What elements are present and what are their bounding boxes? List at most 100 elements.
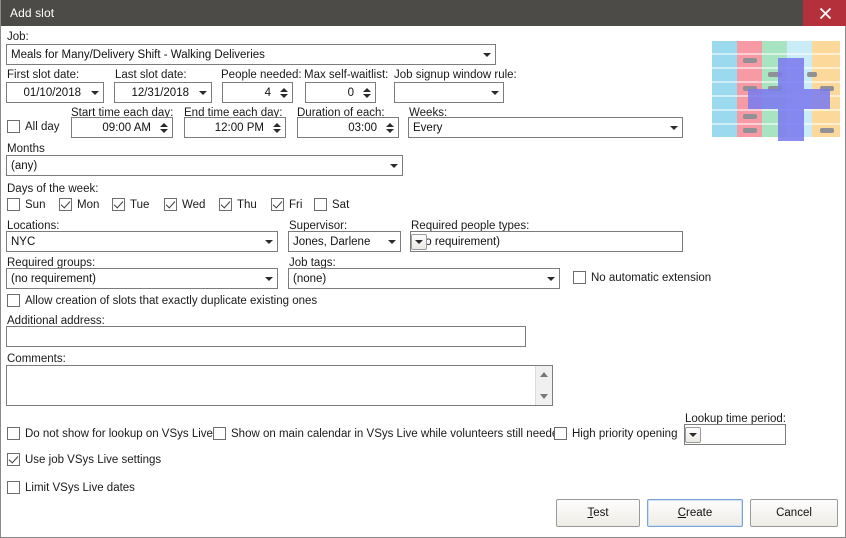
day-checkbox-mon[interactable]: Mon — [59, 198, 99, 211]
chevron-down-icon[interactable] — [665, 118, 682, 137]
checkbox-box — [271, 198, 284, 211]
spinner-up-icon[interactable] — [385, 122, 394, 127]
spinner-down-icon[interactable] — [159, 128, 168, 133]
checkbox-box — [314, 198, 327, 211]
chevron-down-icon[interactable] — [383, 232, 400, 251]
additional-address-input[interactable] — [6, 326, 526, 347]
window-title: Add slot — [10, 6, 55, 20]
job-value: Meals for Many/Delivery Shift - Walking … — [11, 48, 265, 61]
checkbox-box — [7, 198, 20, 211]
comments-scrollbar[interactable] — [535, 366, 552, 405]
day-checkbox-fri[interactable]: Fri — [271, 198, 302, 211]
calendar-plus-graphic — [712, 41, 840, 141]
spinner-down-icon[interactable] — [385, 128, 394, 133]
allow-duplicate-checkbox[interactable]: Allow creation of slots that exactly dup… — [7, 294, 317, 307]
day-label: Thu — [237, 198, 257, 211]
day-label: Mon — [77, 198, 100, 211]
duration-value: 03:00 — [348, 121, 377, 134]
all-day-label: All day — [25, 120, 60, 133]
day-checkbox-sun[interactable]: Sun — [7, 198, 45, 211]
supervisor-combobox[interactable]: Jones, Darlene — [288, 231, 401, 252]
duration-field[interactable]: 03:00 — [297, 117, 399, 138]
chevron-down-icon[interactable] — [385, 156, 402, 175]
cancel-button-label: Cancel — [776, 507, 812, 519]
people-needed-label: People needed: — [221, 69, 302, 81]
show-main-calendar-label: Show on main calendar in VSys Live while… — [231, 427, 565, 440]
chevron-down-icon[interactable] — [411, 233, 427, 250]
signup-rule-combobox[interactable] — [394, 82, 504, 103]
max-waitlist-label: Max self-waitlist: — [304, 69, 389, 81]
chevron-down-icon[interactable] — [478, 45, 495, 64]
all-day-checkbox[interactable]: All day — [7, 120, 60, 133]
required-groups-value: (no requirement) — [11, 272, 97, 285]
spinner-down-icon[interactable] — [272, 128, 281, 133]
required-groups-combobox[interactable]: (no requirement) — [6, 268, 278, 289]
chevron-down-icon[interactable] — [685, 426, 701, 443]
chevron-down-icon[interactable] — [194, 83, 211, 102]
max-waitlist-spinner[interactable] — [359, 83, 374, 102]
no-auto-extension-label: No automatic extension — [591, 271, 712, 284]
day-checkbox-tue[interactable]: Tue — [112, 198, 149, 211]
last-slot-date-value: 12/31/2018 — [131, 86, 189, 99]
last-slot-date-field[interactable]: 12/31/2018 — [114, 82, 212, 103]
end-time-spinner[interactable] — [269, 118, 284, 137]
chevron-down-icon[interactable] — [486, 83, 503, 102]
spinner-up-icon[interactable] — [362, 87, 371, 92]
show-main-calendar-checkbox[interactable]: Show on main calendar in VSys Live while… — [213, 427, 565, 440]
spinner-down-icon[interactable] — [362, 93, 371, 98]
day-checkbox-wed[interactable]: Wed — [164, 198, 205, 211]
create-button[interactable]: Create — [647, 499, 743, 527]
first-slot-date-field[interactable]: 01/10/2018 — [6, 82, 104, 103]
start-time-field[interactable]: 09:00 AM — [71, 117, 173, 138]
start-time-spinner[interactable] — [156, 118, 171, 137]
end-time-value: 12:00 PM — [214, 121, 264, 134]
use-job-settings-checkbox[interactable]: Use job VSys Live settings — [7, 453, 161, 466]
max-waitlist-stepper[interactable]: 0 — [305, 82, 376, 103]
comments-textarea[interactable] — [6, 365, 553, 406]
day-checkbox-sat[interactable]: Sat — [314, 198, 349, 211]
limit-dates-checkbox[interactable]: Limit VSys Live dates — [7, 481, 135, 494]
weeks-combobox[interactable]: Every — [408, 117, 683, 138]
close-button[interactable] — [803, 0, 846, 26]
scroll-up-icon[interactable] — [536, 366, 552, 383]
end-time-field[interactable]: 12:00 PM — [184, 117, 286, 138]
days-of-week-label: Days of the week: — [7, 183, 99, 195]
allow-duplicate-label: Allow creation of slots that exactly dup… — [25, 294, 318, 307]
no-auto-extension-checkbox[interactable]: No automatic extension — [573, 271, 711, 284]
high-priority-label: High priority opening — [572, 427, 678, 440]
spinner-up-icon[interactable] — [279, 87, 288, 92]
job-combobox[interactable]: Meals for Many/Delivery Shift - Walking … — [6, 44, 496, 65]
day-label: Sun — [25, 198, 46, 211]
test-button[interactable]: Test — [556, 499, 640, 527]
last-slot-date-label: Last slot date: — [115, 69, 187, 81]
spinner-up-icon[interactable] — [272, 122, 281, 127]
lookup-period-combobox[interactable] — [684, 424, 786, 445]
people-types-combobox[interactable]: (no requirement) — [410, 231, 683, 252]
duration-spinner[interactable] — [382, 118, 397, 137]
months-combobox[interactable]: (any) — [6, 155, 403, 176]
chevron-down-icon[interactable] — [260, 232, 277, 251]
day-checkbox-thu[interactable]: Thu — [219, 198, 257, 211]
high-priority-checkbox[interactable]: High priority opening — [554, 427, 677, 440]
people-needed-spinner[interactable] — [276, 83, 291, 102]
supervisor-value: Jones, Darlene — [293, 235, 371, 248]
day-label: Fri — [289, 198, 303, 211]
chevron-down-icon[interactable] — [542, 269, 559, 288]
add-slot-dialog: Add slot Job: Meals for Many/Delivery Sh… — [0, 0, 846, 538]
do-not-show-lookup-label: Do not show for lookup on VSys Live — [25, 427, 213, 440]
people-needed-stepper[interactable]: 4 — [222, 82, 293, 103]
chevron-down-icon[interactable] — [86, 83, 103, 102]
checkbox-box — [59, 198, 72, 211]
checkbox-box — [554, 427, 567, 440]
comments-value[interactable] — [7, 366, 535, 405]
cancel-button[interactable]: Cancel — [750, 499, 838, 527]
spinner-up-icon[interactable] — [159, 122, 168, 127]
job-tags-combobox[interactable]: (none) — [288, 268, 560, 289]
checkbox-box — [7, 427, 20, 440]
spinner-down-icon[interactable] — [279, 93, 288, 98]
locations-combobox[interactable]: NYC — [6, 231, 278, 252]
first-slot-date-label: First slot date: — [7, 69, 80, 81]
do-not-show-lookup-checkbox[interactable]: Do not show for lookup on VSys Live — [7, 427, 213, 440]
scroll-down-icon[interactable] — [536, 388, 552, 405]
chevron-down-icon[interactable] — [260, 269, 277, 288]
